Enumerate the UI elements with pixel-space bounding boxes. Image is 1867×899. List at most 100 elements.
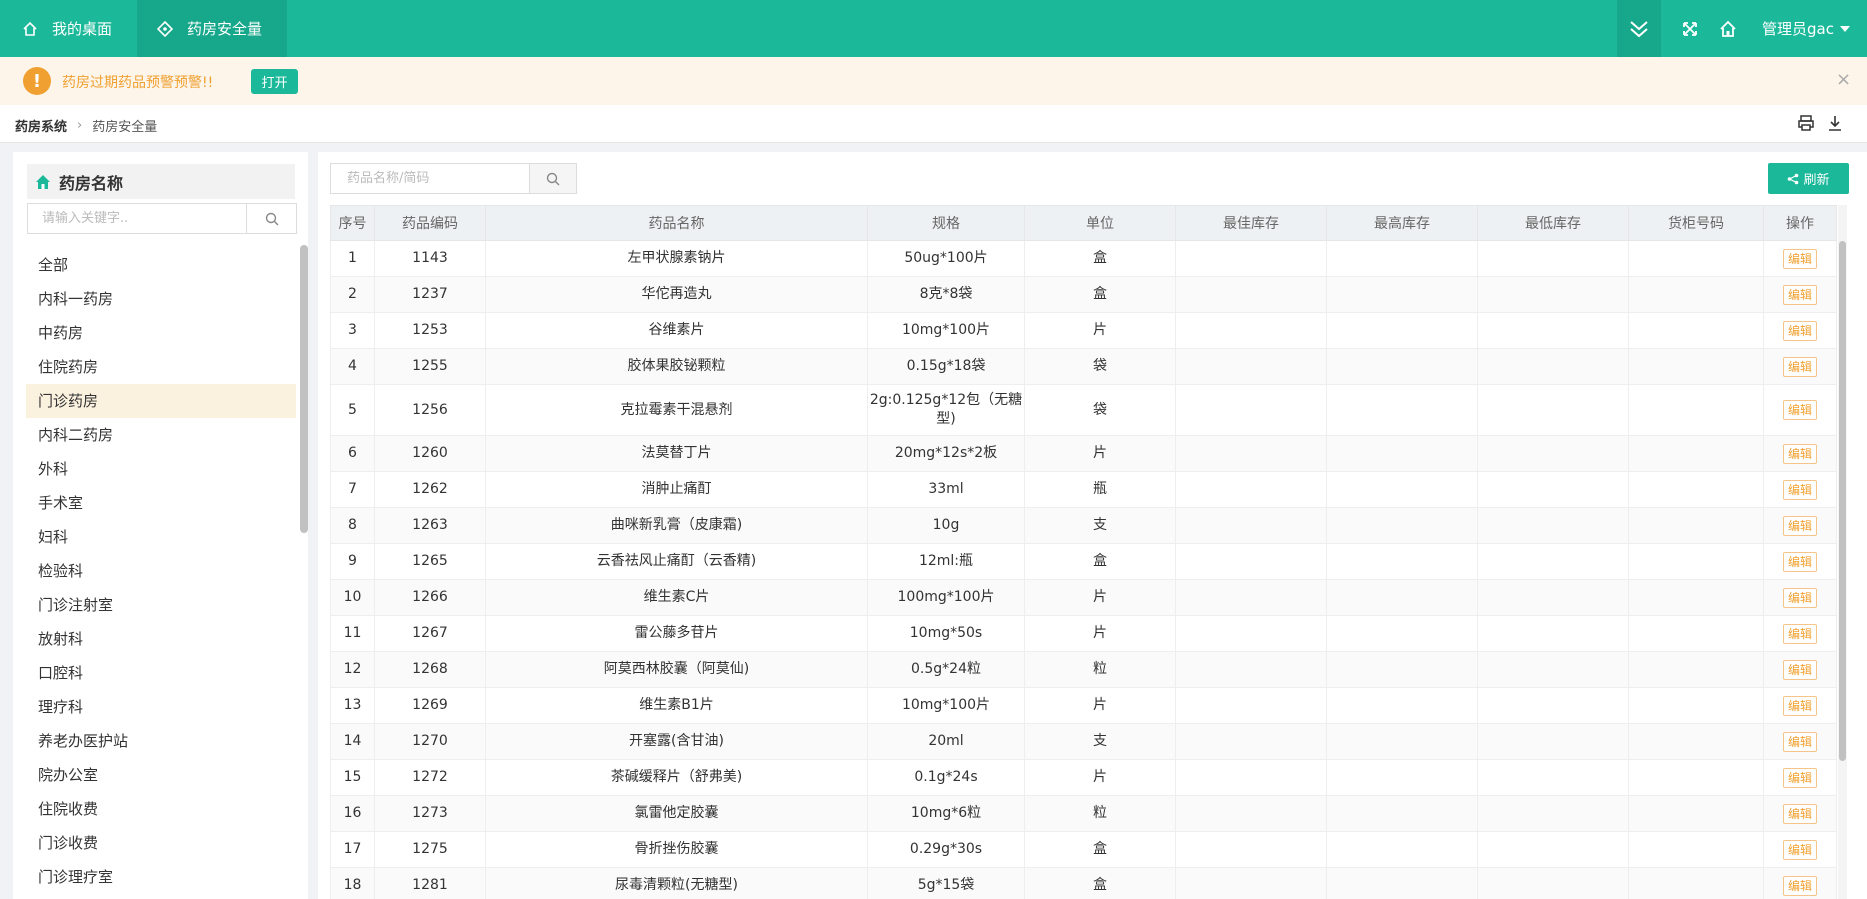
row-actions: 编辑 xyxy=(1763,471,1837,508)
refresh-button[interactable]: 刷新 xyxy=(1768,163,1849,194)
table-row[interactable]: 5 1256 克拉霉素干混悬剂 2g:0.125g*12包（无糖型) 袋 编辑 xyxy=(330,384,1837,436)
table-row[interactable]: 3 1253 谷维素片 10mg*100片片 编辑 xyxy=(330,312,1837,349)
pharmacy-item[interactable]: 养老办医护站 xyxy=(26,724,296,758)
drug-unit: 粒 xyxy=(1024,795,1176,832)
pharmacy-item[interactable]: 外科 xyxy=(26,452,296,486)
pharmacy-item[interactable]: 门诊理疗室 xyxy=(26,860,296,894)
optimal-stock xyxy=(1175,579,1327,616)
cabinet-number xyxy=(1628,471,1764,508)
pharmacy-item[interactable]: 门诊收费 xyxy=(26,826,296,860)
pharmacy-item[interactable]: 理疗科 xyxy=(26,690,296,724)
pharmacy-item[interactable]: 院办公室 xyxy=(26,758,296,792)
cabinet-number xyxy=(1628,579,1764,616)
edit-button[interactable]: 编辑 xyxy=(1782,443,1817,464)
optimal-stock xyxy=(1175,348,1327,385)
breadcrumb-root[interactable]: 药房系统 xyxy=(15,116,67,135)
pharmacy-search-input[interactable] xyxy=(27,203,247,234)
pharmacy-list-scrollbar[interactable] xyxy=(300,245,308,533)
pharmacy-item[interactable]: 口腔科 xyxy=(26,656,296,690)
pharmacy-item[interactable]: 妇科 xyxy=(26,520,296,554)
table-row[interactable]: 2 1237 华佗再造丸 8克*8袋盒 编辑 xyxy=(330,276,1837,313)
min-stock xyxy=(1477,471,1629,508)
optimal-stock xyxy=(1175,723,1327,760)
pharmacy-item[interactable]: 放射科 xyxy=(26,622,296,656)
table-row[interactable]: 4 1255 胶体果胶铋颗粒 0.15g*18袋袋 编辑 xyxy=(330,348,1837,385)
pharmacy-item[interactable]: 手术室 xyxy=(26,486,296,520)
table-row[interactable]: 15 1272 茶碱缓释片（舒弗美) 0.1g*24s 片 编辑 xyxy=(330,759,1837,796)
min-stock xyxy=(1477,723,1629,760)
edit-button[interactable]: 编辑 xyxy=(1782,875,1817,896)
pharmacy-item[interactable]: 检验科 xyxy=(26,554,296,588)
pharmacy-item[interactable]: 中药房 xyxy=(26,316,296,350)
drug-search-button[interactable] xyxy=(530,163,577,194)
drug-spec: 100mg*100片 xyxy=(867,579,1025,616)
edit-button[interactable]: 编辑 xyxy=(1782,623,1817,644)
download-button[interactable] xyxy=(1826,114,1844,136)
edit-button[interactable]: 编辑 xyxy=(1782,551,1817,572)
cabinet-number xyxy=(1628,687,1764,724)
table-row[interactable]: 11 1267 雷公藤多苷片 10mg*50s 片 编辑 xyxy=(330,615,1837,652)
fullscreen-button[interactable] xyxy=(1680,0,1700,57)
print-button[interactable] xyxy=(1797,114,1815,136)
collapse-tabs-button[interactable] xyxy=(1617,0,1661,57)
pharmacy-item[interactable]: 全部 xyxy=(26,248,296,282)
user-menu[interactable]: 管理员gac xyxy=(1762,0,1850,57)
tab-pharmacy-safety-stock[interactable]: 药房安全量 xyxy=(137,0,287,57)
edit-button[interactable]: 编辑 xyxy=(1782,839,1817,860)
table-row[interactable]: 7 1262 消肿止痛酊 33ml 瓶 编辑 xyxy=(330,471,1837,508)
table-row[interactable]: 16 1273 氯雷他定胶囊 10mg*6粒粒 编辑 xyxy=(330,795,1837,832)
edit-button[interactable]: 编辑 xyxy=(1782,767,1817,788)
tab-my-desktop[interactable]: 我的桌面 xyxy=(0,0,137,57)
close-icon[interactable]: × xyxy=(1836,69,1851,90)
home-button[interactable] xyxy=(1718,0,1738,57)
pharmacy-item-selected[interactable]: 门诊药房 xyxy=(26,384,296,418)
table-row[interactable]: 1 1143 左甲状腺素钠片 50ug*100片盒 编辑 xyxy=(330,240,1837,277)
drug-code: 1265 xyxy=(374,543,486,580)
pharmacy-item[interactable]: 内科二药房 xyxy=(26,418,296,452)
scrollbar-thumb[interactable] xyxy=(1839,241,1846,761)
table-row[interactable]: 9 1265 云香祛风止痛酊（云香精) 12ml:瓶盒 编辑 xyxy=(330,543,1837,580)
edit-button[interactable]: 编辑 xyxy=(1782,248,1817,269)
edit-button[interactable]: 编辑 xyxy=(1782,659,1817,680)
drug-code: 1143 xyxy=(374,240,486,277)
breadcrumb: 药房系统 › 药房安全量 xyxy=(15,116,157,135)
edit-button[interactable]: 编辑 xyxy=(1782,731,1817,752)
double-chevron-down-icon xyxy=(1630,20,1648,37)
pharmacy-item[interactable]: 内科一药房 xyxy=(26,282,296,316)
edit-button[interactable]: 编辑 xyxy=(1782,587,1817,608)
table-row[interactable]: 6 1260 法莫替丁片 20mg*12s*2板片 编辑 xyxy=(330,435,1837,472)
edit-button[interactable]: 编辑 xyxy=(1782,320,1817,341)
drug-code: 1270 xyxy=(374,723,486,760)
cabinet-number xyxy=(1628,723,1764,760)
edit-button[interactable]: 编辑 xyxy=(1782,695,1817,716)
table-row[interactable]: 10 1266 维生素C片 100mg*100片片 编辑 xyxy=(330,579,1837,616)
table-row[interactable]: 18 1281 尿毒清颗粒(无糖型) 5g*15袋盒 编辑 xyxy=(330,867,1837,899)
edit-button[interactable]: 编辑 xyxy=(1782,400,1817,420)
optimal-stock xyxy=(1175,795,1327,832)
edit-button[interactable]: 编辑 xyxy=(1782,515,1817,536)
edit-button[interactable]: 编辑 xyxy=(1782,356,1817,377)
edit-button[interactable]: 编辑 xyxy=(1782,284,1817,305)
table-row[interactable]: 13 1269 维生素B1片 10mg*100片片 编辑 xyxy=(330,687,1837,724)
edit-button[interactable]: 编辑 xyxy=(1782,803,1817,824)
table-row[interactable]: 12 1268 阿莫西林胶囊（阿莫仙) 0.5g*24粒粒 编辑 xyxy=(330,651,1837,688)
edit-button[interactable]: 编辑 xyxy=(1782,479,1817,500)
max-stock xyxy=(1326,276,1478,313)
pharmacy-item[interactable]: 住院药房 xyxy=(26,350,296,384)
pharmacy-search-button[interactable] xyxy=(247,203,297,234)
pharmacy-item[interactable]: 住院收费 xyxy=(26,792,296,826)
alert-open-button[interactable]: 打开 xyxy=(251,69,298,94)
pharmacy-item[interactable]: 门诊注射室 xyxy=(26,588,296,622)
table-scrollbar[interactable] xyxy=(1838,205,1847,899)
table-row[interactable]: 14 1270 开塞露(含甘油) 20ml 支 编辑 xyxy=(330,723,1837,760)
table-row[interactable]: 8 1263 曲咪新乳膏（皮康霜) 10g 支 编辑 xyxy=(330,507,1837,544)
drug-unit: 盒 xyxy=(1024,543,1176,580)
drug-name: 消肿止痛酊 xyxy=(485,471,868,508)
drug-search-input[interactable] xyxy=(330,163,530,194)
home-icon xyxy=(1720,20,1736,37)
drug-unit: 片 xyxy=(1024,615,1176,652)
home-icon xyxy=(23,21,37,36)
table-header-row: 序号 药品编码 药品名称 规格 单位 最佳库存 最高库存 最低库存 货柜号码 操… xyxy=(330,205,1837,241)
table-row[interactable]: 17 1275 骨折挫伤胶囊 0.29g*30s 盒 编辑 xyxy=(330,831,1837,868)
max-stock xyxy=(1326,579,1478,616)
